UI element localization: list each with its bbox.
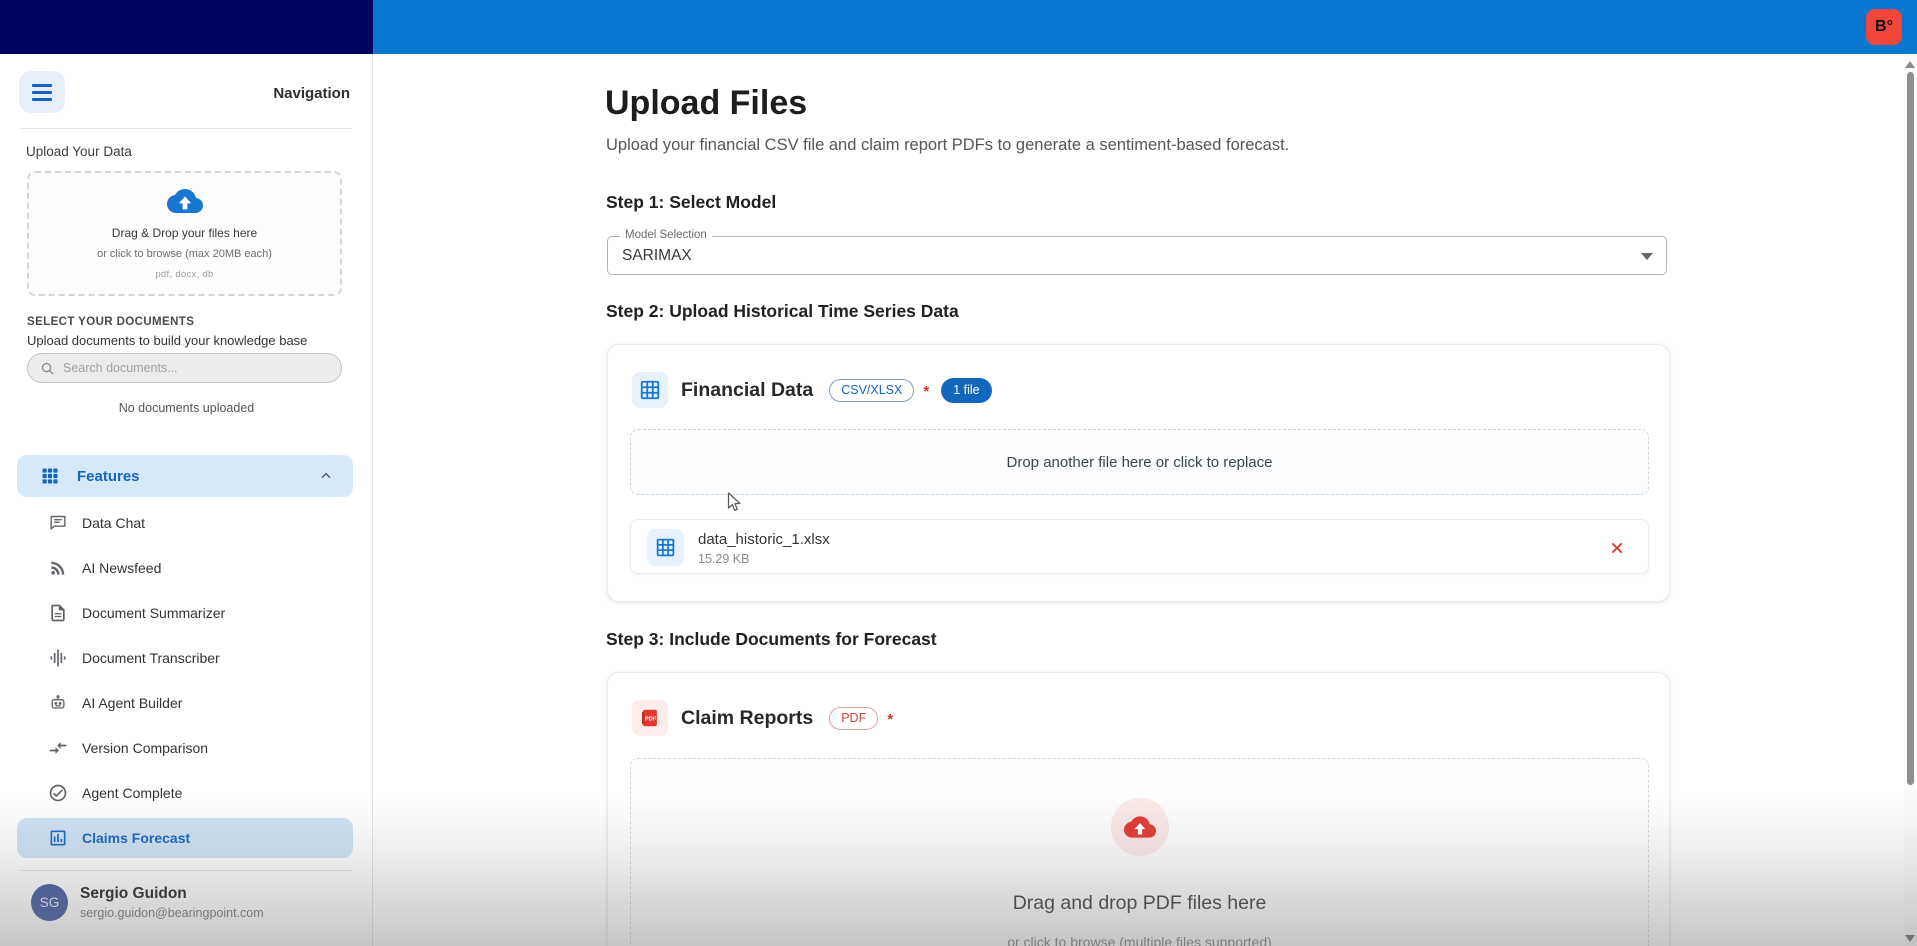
pdf-dropzone-hint: or click to browse (multiple files suppo… — [1007, 934, 1272, 946]
page-title: Upload Files — [605, 84, 808, 122]
select-documents-heading: SELECT YOUR DOCUMENTS — [27, 316, 195, 328]
step3-heading: Step 3: Include Documents for Forecast — [606, 629, 937, 649]
sidebar-dropzone-filetypes: pdf, docx, db — [155, 269, 214, 280]
sidebar-dropzone-text: Drag & Drop your files here — [111, 226, 258, 240]
claim-reports-card: PDF Claim Reports PDF * Drag and drop PD… — [607, 672, 1670, 946]
sidebar-item-claims-forecast[interactable]: Claims Forecast — [17, 818, 353, 858]
sidebar-item-version-comparison[interactable]: Version Comparison — [17, 725, 353, 770]
chat-icon — [48, 513, 68, 533]
scrollbar-up-arrow[interactable] — [1905, 61, 1915, 68]
sidebar-item-ai-newsfeed[interactable]: AI Newsfeed — [17, 545, 353, 590]
compare-arrows-icon — [48, 738, 68, 758]
sidebar-divider — [20, 870, 352, 871]
user-email: sergio.guidon@bearingpoint.com — [80, 906, 264, 920]
required-marker: * — [887, 710, 894, 728]
page-subtitle: Upload your financial CSV file and claim… — [606, 136, 1290, 154]
waveform-icon — [48, 648, 68, 668]
sidebar-dropzone-hint: or click to browse (max 20MB each) — [97, 248, 272, 260]
upload-your-data-label: Upload Your Data — [26, 144, 132, 159]
document-search — [27, 353, 342, 383]
required-marker: * — [923, 382, 930, 400]
bearingpoint-logo: B° — [1866, 9, 1902, 45]
user-profile: SG Sergio Guidon sergio.guidon@bearingpo… — [31, 884, 264, 921]
sidebar: Navigation Upload Your Data Drag & Drop … — [0, 54, 373, 946]
avatar: SG — [31, 884, 68, 921]
step2-heading: Step 2: Upload Historical Time Series Da… — [606, 301, 959, 321]
select-documents-subheading: Upload documents to build your knowledge… — [27, 333, 308, 348]
rss-icon — [48, 558, 68, 578]
apps-grid-icon — [42, 468, 58, 484]
model-selection-select[interactable]: Model Selection SARIMAX — [607, 229, 1667, 275]
file-count-badge: 1 file — [941, 377, 992, 403]
svg-text:PDF: PDF — [645, 716, 657, 722]
spreadsheet-file-icon — [647, 529, 684, 566]
uploaded-file-row: data_historic_1.xlsx 15.29 KB — [630, 519, 1649, 574]
financial-data-dropzone[interactable]: Drop another file here or click to repla… — [630, 429, 1649, 495]
search-documents-input[interactable] — [63, 361, 329, 375]
sidebar-item-document-transcriber[interactable]: Document Transcriber — [17, 635, 353, 680]
top-bar-blue-segment: B° — [373, 0, 1917, 54]
claim-reports-dropzone[interactable]: Drag and drop PDF files here or click to… — [630, 758, 1649, 946]
pdf-file-icon: PDF — [632, 700, 668, 736]
financial-data-title: Financial Data — [681, 378, 814, 401]
menu-toggle-button[interactable] — [19, 71, 65, 113]
search-icon — [41, 362, 54, 375]
main-content: Upload Files Upload your financial CSV f… — [374, 54, 1917, 946]
sidebar-item-agent-complete[interactable]: Agent Complete — [17, 770, 353, 815]
sidebar-item-data-chat[interactable]: Data Chat — [17, 500, 353, 545]
sidebar-file-dropzone[interactable]: Drag & Drop your files here or click to … — [27, 171, 342, 296]
bar-chart-icon — [48, 828, 68, 848]
pdf-dropzone-text: Drag and drop PDF files here — [1012, 892, 1267, 914]
scrollbar-thumb[interactable] — [1907, 72, 1914, 785]
vertical-scrollbar — [1904, 54, 1917, 946]
top-bar: B° — [0, 0, 1917, 54]
financial-data-card: Financial Data CSV/XLSX * 1 file Drop an… — [607, 344, 1670, 602]
spreadsheet-icon — [632, 372, 668, 408]
sidebar-title: Navigation — [273, 85, 350, 102]
step1-heading: Step 1: Select Model — [606, 192, 777, 212]
close-icon — [1611, 542, 1623, 554]
cloud-upload-red-icon — [1110, 798, 1169, 856]
filetype-chip-csv-xlsx: CSV/XLSX — [829, 378, 915, 402]
top-bar-navy-segment — [0, 0, 373, 54]
financial-dropzone-text: Drop another file here or click to repla… — [1006, 453, 1273, 471]
features-section-toggle[interactable]: Features — [17, 455, 353, 497]
remove-file-button[interactable] — [1604, 535, 1630, 561]
dropdown-arrow-icon — [1641, 253, 1653, 260]
user-name: Sergio Guidon — [80, 885, 187, 902]
check-circle-icon — [48, 783, 68, 803]
sidebar-item-document-summarizer[interactable]: Document Summarizer — [17, 590, 353, 635]
claim-reports-title: Claim Reports — [681, 706, 814, 729]
sidebar-divider — [20, 128, 352, 129]
features-list: Data Chat AI Newsfeed Document Summarize… — [17, 500, 353, 858]
chevron-up-icon — [321, 472, 331, 479]
filetype-chip-pdf: PDF — [829, 706, 879, 730]
features-label: Features — [77, 467, 140, 485]
app-window: B° Navigation Upload Your Data Drag & Dr… — [0, 0, 1917, 946]
model-selection-value: SARIMAX — [622, 247, 692, 264]
robot-icon — [48, 693, 68, 713]
sidebar-item-ai-agent-builder[interactable]: AI Agent Builder — [17, 680, 353, 725]
file-size: 15.29 KB — [698, 552, 750, 566]
scrollbar-down-arrow[interactable] — [1905, 935, 1915, 942]
no-documents-text: No documents uploaded — [118, 401, 255, 415]
cloud-upload-icon — [166, 183, 203, 219]
document-icon — [48, 603, 68, 623]
file-name: data_historic_1.xlsx — [698, 531, 830, 548]
